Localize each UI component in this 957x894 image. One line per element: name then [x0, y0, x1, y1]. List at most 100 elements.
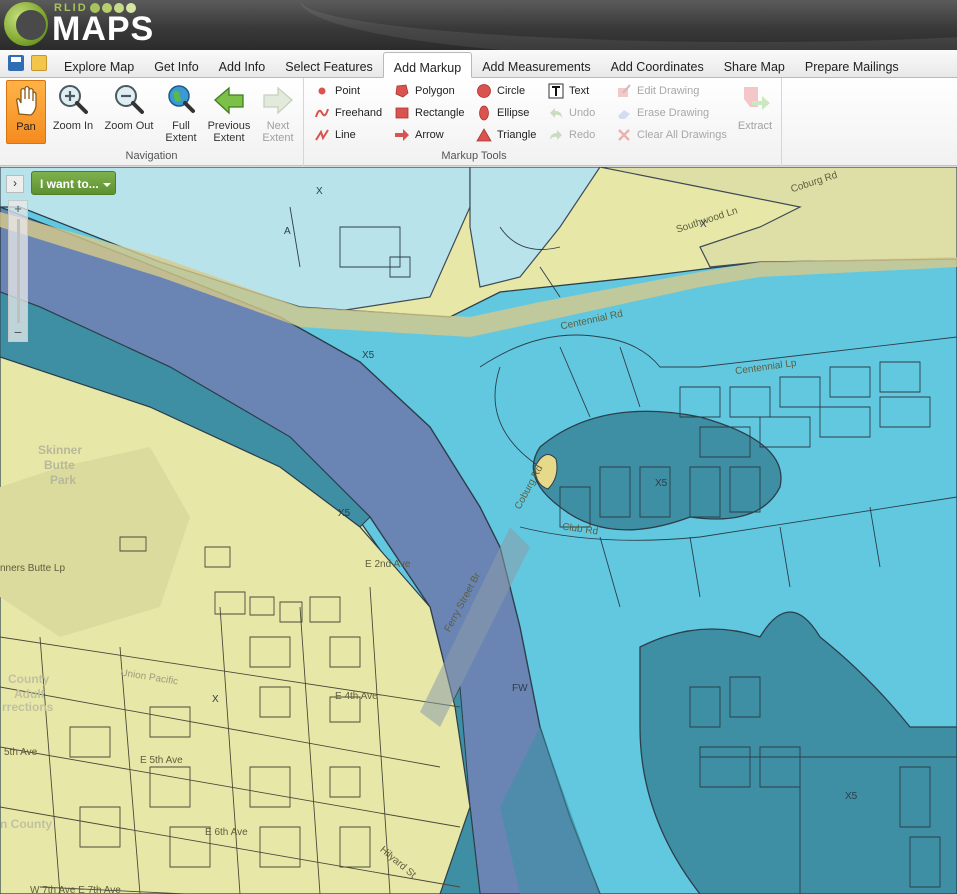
ribbon-tabs: Explore Map Get Info Add Info Select Fea…: [54, 52, 909, 78]
x5-label-1: X5: [362, 350, 375, 361]
rectangle-label: Rectangle: [415, 107, 465, 119]
tab-add-coordinates[interactable]: Add Coordinates: [601, 52, 714, 78]
point-button[interactable]: Point: [314, 82, 360, 100]
ellipse-button[interactable]: Ellipse: [476, 104, 529, 122]
clear-all-drawings-button[interactable]: Clear All Drawings: [616, 126, 727, 144]
app-header: RLID MAPS: [0, 0, 957, 50]
skinner-butte-label-3: Park: [50, 473, 77, 487]
x5-label-3: X5: [655, 478, 668, 489]
zone-a-label: A: [284, 226, 291, 237]
previous-extent-button[interactable]: Previous Extent: [204, 80, 254, 144]
point-icon: [314, 83, 330, 99]
collapse-panel-button[interactable]: ›: [6, 175, 24, 193]
rectangle-button[interactable]: Rectangle: [394, 104, 465, 122]
zoom-slider-track[interactable]: [17, 219, 20, 323]
zoom-out-label: Zoom Out: [104, 120, 154, 132]
w7th-label: W 7th Ave E 7th Ave: [30, 885, 121, 894]
skinner-butte-label-1: Skinner: [38, 443, 83, 457]
zoom-in-icon: [56, 83, 90, 117]
edit-drawing-label: Edit Drawing: [637, 85, 700, 97]
dropdown-caret-icon: [102, 182, 111, 187]
tab-add-info[interactable]: Add Info: [209, 52, 276, 78]
x5-label-2: X5: [338, 508, 351, 519]
previous-extent-label-1: Previous: [207, 120, 251, 132]
circle-button[interactable]: Circle: [476, 82, 525, 100]
undo-icon: [548, 105, 564, 121]
arrow-button[interactable]: Arrow: [394, 126, 444, 144]
ribbon-tab-bar: Explore Map Get Info Add Info Select Fea…: [0, 50, 957, 78]
markup-tools-group: Point Freehand Line Polygon Rectangle Ar…: [304, 78, 782, 166]
erase-drawing-label: Erase Drawing: [637, 107, 710, 119]
tab-share-map[interactable]: Share Map: [714, 52, 795, 78]
zoom-out-button[interactable]: Zoom Out: [102, 80, 156, 144]
redo-button[interactable]: Redo: [548, 126, 595, 144]
skinners-butte-lp-label: nners Butte Lp: [0, 563, 66, 574]
adult-corrections-label-1: Adult: [14, 687, 45, 701]
save-icon[interactable]: [8, 55, 24, 71]
line-label: Line: [335, 129, 356, 141]
erase-drawing-button[interactable]: Erase Drawing: [616, 104, 709, 122]
rectangle-icon: [394, 105, 410, 121]
map-view[interactable]: Skinner Butte Park nners Butte Lp County…: [0, 167, 957, 894]
zoom-in-button[interactable]: Zoom In: [50, 80, 96, 144]
full-extent-button[interactable]: Full Extent: [160, 80, 202, 144]
zoom-slider-minus-icon[interactable]: −: [9, 325, 27, 341]
map-canvas[interactable]: [0, 167, 957, 894]
next-extent-button[interactable]: Next Extent: [258, 80, 298, 144]
e4th-label: E 4th Ave: [335, 691, 378, 702]
tab-add-markup[interactable]: Add Markup: [382, 52, 473, 78]
extract-label: Extract: [737, 120, 773, 132]
previous-extent-label-2: Extent: [213, 132, 245, 144]
navigation-group-label: Navigation: [125, 150, 178, 162]
arrow-label: Arrow: [415, 129, 444, 141]
arrow-icon: [394, 127, 410, 143]
zone-x-label-2: X: [700, 219, 707, 230]
triangle-label: Triangle: [497, 129, 537, 141]
text-button[interactable]: Text: [548, 82, 589, 100]
undo-label: Undo: [569, 107, 596, 119]
zoom-in-label: Zoom In: [52, 120, 94, 132]
hand-icon: [9, 84, 43, 118]
next-extent-label-1: Next: [266, 120, 290, 132]
skinner-butte-label-2: Butte: [44, 458, 75, 472]
open-folder-icon[interactable]: [31, 55, 47, 71]
i-want-to-dropdown[interactable]: I want to...: [31, 171, 116, 195]
redo-icon: [548, 127, 564, 143]
zone-x-label-3: X: [212, 694, 219, 705]
tab-add-measurements[interactable]: Add Measurements: [472, 52, 600, 78]
redo-label: Redo: [569, 129, 596, 141]
zoom-slider-plus-icon[interactable]: +: [9, 201, 27, 217]
edit-drawing-button[interactable]: Edit Drawing: [616, 82, 699, 100]
tab-explore-map[interactable]: Explore Map: [54, 52, 144, 78]
pan-button[interactable]: Pan: [6, 80, 46, 144]
full-extent-label-1: Full: [172, 120, 190, 132]
county-label: County: [8, 672, 50, 686]
line-button[interactable]: Line: [314, 126, 356, 144]
triangle-button[interactable]: Triangle: [476, 126, 536, 144]
navigation-group: Pan Zoom In Zoom Out Full Extent Previou…: [0, 78, 304, 166]
ellipse-icon: [476, 105, 492, 121]
header-swoosh: [300, 0, 957, 50]
pan-label: Pan: [16, 121, 36, 133]
eraser-icon: [616, 105, 632, 121]
extract-button[interactable]: Extract: [734, 80, 776, 144]
zoom-out-icon: [112, 83, 146, 117]
e2nd-label: E 2nd Ave: [365, 559, 411, 570]
tab-prepare-mailings[interactable]: Prepare Mailings: [795, 52, 909, 78]
ellipse-label: Ellipse: [497, 107, 530, 119]
tab-get-info[interactable]: Get Info: [144, 52, 208, 78]
tab-select-features[interactable]: Select Features: [275, 52, 383, 78]
i-want-to-label: I want to...: [40, 177, 99, 191]
clear-all-label: Clear All Drawings: [637, 129, 727, 141]
circle-label: Circle: [497, 85, 526, 97]
edit-drawing-icon: [616, 83, 632, 99]
polygon-button[interactable]: Polygon: [394, 82, 455, 100]
circle-icon: [476, 83, 492, 99]
ribbon-panel: Pan Zoom In Zoom Out Full Extent Previou…: [0, 78, 957, 166]
extract-icon: [738, 83, 772, 117]
freehand-button[interactable]: Freehand: [314, 104, 382, 122]
fw-label: FW: [512, 683, 528, 694]
clear-x-icon: [616, 127, 632, 143]
zoom-slider[interactable]: + −: [8, 200, 28, 342]
undo-button[interactable]: Undo: [548, 104, 595, 122]
